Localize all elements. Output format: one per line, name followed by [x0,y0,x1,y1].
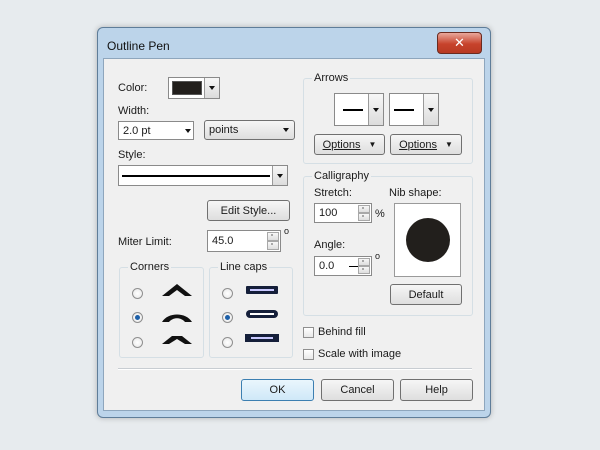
corners-group: Corners [119,261,204,358]
width-label: Width: [118,105,150,117]
cancel-label: Cancel [340,384,375,396]
footer-separator [118,368,472,370]
arrow-down-icon [271,243,273,245]
cap-radio-round[interactable] [222,312,233,323]
corners-title: Corners [128,261,172,273]
corner-shapes [162,284,192,344]
options-label: Options [399,138,437,151]
color-picker-dropdown[interactable] [168,77,220,99]
corner-round-icon [162,314,192,322]
units-dropdown[interactable]: points [204,120,295,140]
behind-fill-checkbox[interactable] [303,327,314,338]
behind-fill-label: Behind fill [318,326,366,338]
end-arrow-preview [394,109,414,111]
arrow-down-icon [362,268,364,270]
units-value: points [209,124,239,136]
cancel-button[interactable]: Cancel [321,379,394,401]
style-label: Style: [118,149,146,161]
arrow-down-icon [362,215,364,217]
chevron-down-icon [209,86,215,90]
stretch-stepper[interactable]: 100 [314,203,372,223]
chevron-down-icon [373,107,379,112]
angle-label: Angle: [314,239,346,251]
arrow-start-options-button[interactable]: Options ▼ [314,134,385,155]
edit-style-label: Edit Style... [220,204,277,217]
dialog-client-area: Color: Width: 2.0 pt points Style: Edit … [103,58,485,411]
calligraphy-title: Calligraphy [312,170,372,182]
default-button[interactable]: Default [390,284,462,305]
miter-down-button[interactable] [267,241,279,250]
corner-radio-bevel[interactable] [132,337,143,348]
ok-button[interactable]: OK [241,379,314,401]
corner-bevel-icon [162,336,192,344]
line-style-preview [122,175,270,177]
angle-up-button[interactable] [358,258,370,266]
close-button[interactable]: ✕ [437,32,482,54]
outline-pen-dialog: Outline Pen ✕ Color: Width: 2.0 pt point… [97,27,491,418]
start-arrow-dropdown-arrow[interactable] [368,94,383,125]
miter-limit-label: Miter Limit: [118,236,172,248]
options-arrow-icon: ▼ [368,140,377,149]
options-label: Options [322,138,361,151]
line-style-dropdown-arrow[interactable] [272,166,287,185]
line-style-dropdown[interactable] [118,165,288,186]
color-swatch [172,81,202,95]
options-arrow-icon: ▼ [445,140,453,149]
help-label: Help [425,384,448,396]
miter-degree-symbol: o [284,226,290,236]
arrow-up-icon [362,260,364,262]
color-label: Color: [118,82,148,94]
stretch-value: 100 [319,207,338,219]
corner-miter-icon [162,284,192,296]
calligraphy-group: Calligraphy Stretch: 100 % Nib shape: An… [303,170,473,316]
edit-style-button[interactable]: Edit Style... [207,200,290,221]
arrow-end-options-button[interactable]: Options ▼ [390,134,462,155]
chevron-down-icon [185,128,191,133]
start-arrow-preview [343,109,363,111]
miter-up-button[interactable] [267,232,279,241]
ok-label: OK [269,384,286,396]
angle-down-button[interactable] [358,266,370,274]
angle-degree-symbol: o [375,251,381,261]
scale-with-image-checkbox[interactable] [303,349,314,360]
width-value: 2.0 pt [123,125,151,137]
help-button[interactable]: Help [400,379,473,401]
angle-value: 0.0 [319,260,335,272]
chevron-down-icon [428,107,434,112]
end-arrow-dropdown-arrow[interactable] [423,94,438,125]
miter-limit-stepper[interactable]: 45.0 [207,230,281,252]
dialog-title: Outline Pen [107,39,170,53]
default-label: Default [408,288,444,301]
chevron-down-icon [283,128,289,132]
arrow-up-icon [271,234,273,236]
stretch-down-button[interactable] [358,213,370,221]
nib-shape-preview[interactable] [394,203,461,277]
nib-circle [406,218,450,262]
scale-with-image-label: Scale with image [318,348,402,360]
corner-radio-round[interactable] [132,312,143,323]
color-dropdown-arrow[interactable] [204,78,219,98]
angle-stepper[interactable]: 0.0 [314,256,372,276]
line-caps-title: Line caps [218,261,270,273]
close-icon: ✕ [454,35,465,50]
cap-radio-butt[interactable] [222,288,233,299]
end-arrow-dropdown[interactable] [389,93,439,126]
width-dropdown[interactable]: 2.0 pt [118,121,194,140]
stretch-label: Stretch: [314,187,352,199]
stretch-up-button[interactable] [358,205,370,213]
line-caps-group: Line caps [209,261,293,358]
nib-shape-label: Nib shape: [389,187,442,199]
line-cap-shapes [245,286,279,342]
arrows-title: Arrows [312,72,351,84]
arrow-up-icon [362,207,364,209]
percent-symbol: % [375,208,385,220]
miter-limit-value: 45.0 [212,235,234,247]
chevron-down-icon [277,173,283,178]
cap-radio-square[interactable] [222,337,233,348]
corner-radio-miter[interactable] [132,288,143,299]
arrows-group: Arrows Options ▼ Options ▼ [303,72,473,164]
start-arrow-dropdown[interactable] [334,93,384,126]
